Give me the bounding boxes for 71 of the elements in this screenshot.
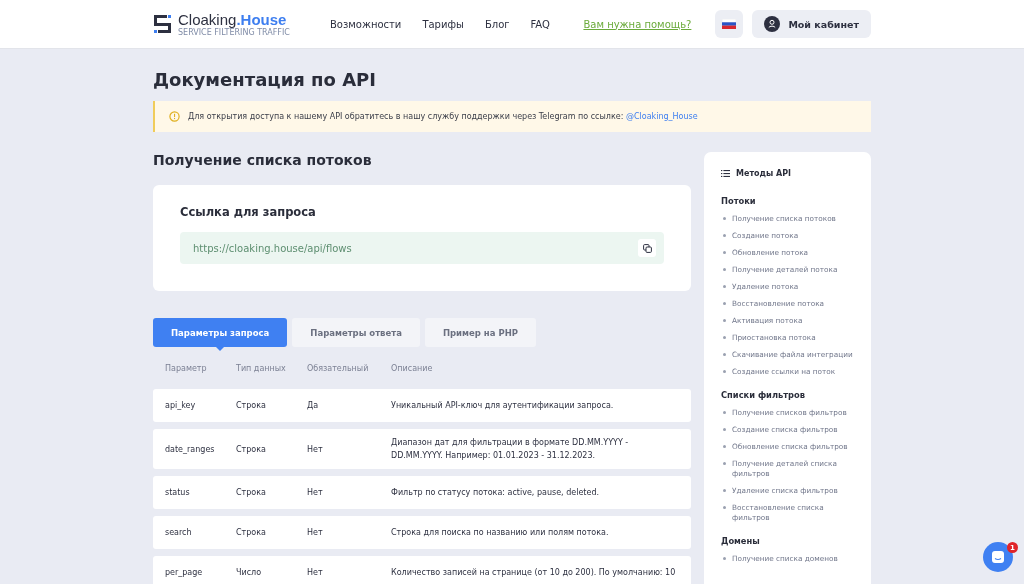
table-cell-text: Число — [236, 568, 263, 577]
table-cell-text: date_ranges — [165, 444, 216, 454]
column-header: Описание — [391, 363, 434, 373]
tab[interactable]: Параметры ответа — [292, 318, 420, 347]
alert-text: Для открытия доступа к нашему API обратитесь в нашу службу поддержки через Telegram по ссылке: @Cloaking_House — [188, 112, 698, 121]
column-header: Обязательный — [307, 363, 370, 373]
bullet-icon — [723, 557, 726, 560]
table-cell-text: Уникальный API-ключ для аутентификации запроса. — [391, 400, 615, 412]
bullet-icon — [723, 411, 726, 414]
card-title: Ссылка для запроса — [180, 205, 317, 219]
bullet-icon — [723, 268, 726, 271]
table-cell-text: search — [165, 528, 193, 537]
column-header: Тип данных — [236, 363, 287, 373]
table-cell-text: Строка — [236, 488, 267, 497]
user-icon — [764, 16, 781, 32]
account-button[interactable]: Мой кабинет — [752, 10, 871, 38]
bullet-icon — [723, 353, 726, 356]
copy-icon — [642, 243, 652, 253]
chat-icon — [991, 550, 1005, 564]
bullet-icon — [723, 428, 726, 431]
group-title: Потоки — [721, 196, 757, 206]
bullet-icon — [723, 217, 726, 220]
flag-icon — [722, 19, 737, 29]
table-cell-text: Строка — [236, 401, 267, 410]
sidebar-title: Методы API — [736, 169, 792, 178]
group-title: Списки фильтров — [721, 390, 806, 400]
help-link[interactable]: Вам нужна помощь? — [583, 18, 692, 30]
table-cell-text: Фильтр по статусу потока: active, pause, deleted. — [391, 487, 600, 499]
table-cell-text: api_key — [165, 401, 197, 410]
table-cell-text: Строка — [236, 528, 267, 537]
bullet-icon — [723, 336, 726, 339]
nav-link[interactable]: Возможности — [329, 18, 402, 30]
table-cell-text: Строка для поиска по названию или полям потока. — [391, 527, 610, 539]
bullet-icon — [723, 319, 726, 322]
nav-link[interactable]: Тарифы — [422, 18, 464, 30]
column-header: Параметр — [165, 363, 208, 373]
url-text: https://cloaking.house/api/flows — [193, 242, 353, 254]
copy-button[interactable] — [638, 239, 656, 257]
bullet-icon — [723, 251, 726, 254]
logo-tagline: SERVICE FILTERING TRAFFIC — [178, 27, 290, 37]
tab[interactable]: Пример на PHP — [424, 318, 536, 347]
bullet-icon — [723, 445, 726, 448]
bullet-icon — [723, 462, 726, 465]
table-cell-text: Нет — [307, 488, 324, 497]
table-cell-text: Нет — [307, 568, 324, 577]
section-title: Получение списка потоков — [153, 152, 373, 168]
table-cell-text: Нет — [307, 444, 324, 454]
table-cell-text: Строка — [236, 444, 267, 454]
table-cell-text: Нет — [307, 528, 324, 537]
bullet-icon — [723, 506, 726, 509]
bullet-icon — [723, 285, 726, 288]
bullet-icon — [723, 234, 726, 237]
table-cell-text: status — [165, 488, 191, 497]
language-button[interactable] — [715, 10, 744, 38]
nav-link[interactable]: FAQ — [530, 18, 550, 30]
table-cell-text: per_page — [165, 568, 204, 577]
bullet-icon — [723, 370, 726, 373]
warning-icon — [169, 111, 180, 122]
logo-text: Cloaking.House — [178, 11, 287, 28]
chat-button[interactable] — [983, 542, 1013, 572]
nav-link[interactable]: Блог — [484, 18, 510, 30]
logo-icon — [153, 13, 173, 35]
group-title: Домены — [721, 536, 761, 546]
page-title: Документация по API — [153, 69, 377, 90]
table-cell-text: Диапазон дат для фильтрации в формате DD.MM.YYYY - DD.MM.YYYY. Например: 01.01.2023 - 31.12.2023. — [391, 437, 630, 462]
table-cell-text: Количество записей на странице (от 10 до 200). По умолчанию: 10 — [391, 567, 677, 579]
list-icon — [721, 170, 730, 177]
telegram-link[interactable]: @Cloaking_House — [625, 112, 698, 121]
table-cell-text: Да — [307, 401, 320, 410]
bullet-icon — [723, 489, 726, 492]
bullet-icon — [723, 302, 726, 305]
